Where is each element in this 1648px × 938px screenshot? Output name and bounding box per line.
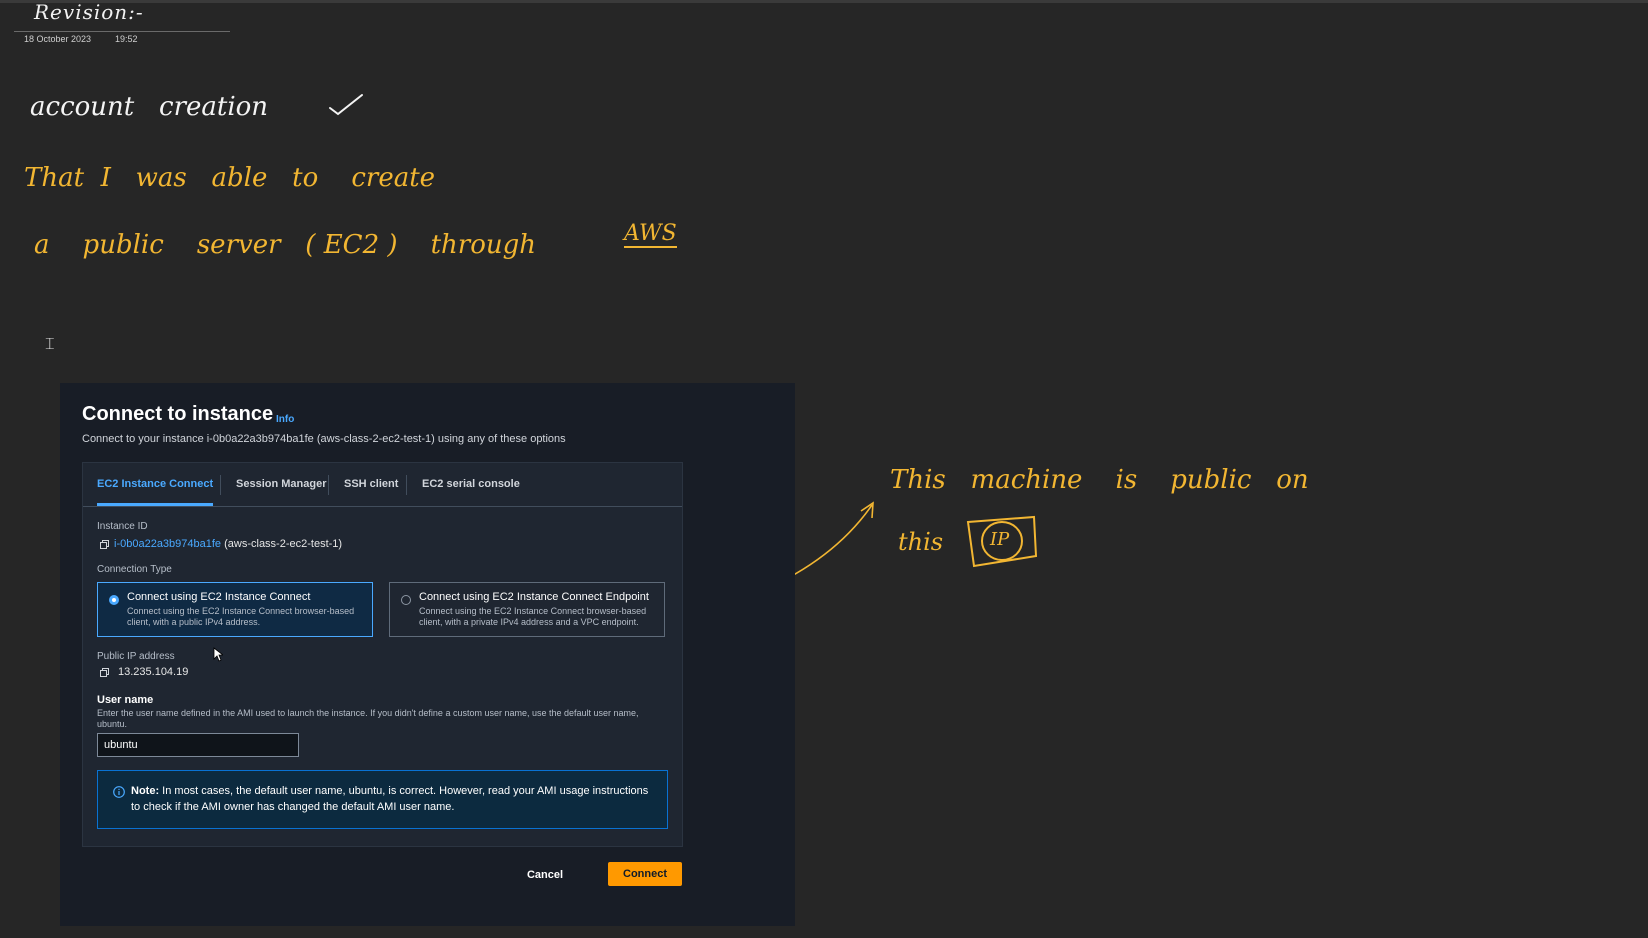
page-title: Revision:-: [34, 0, 144, 24]
handwriting-line-2: That I was able to create: [24, 163, 436, 193]
copy-icon[interactable]: [100, 540, 109, 549]
option-title: Connect using EC2 Instance Connect Endpo…: [419, 591, 649, 603]
username-label: User name: [97, 694, 154, 706]
public-ip-label: Public IP address: [97, 651, 175, 662]
tab-ec2-instance-connect[interactable]: EC2 Instance Connect: [97, 463, 214, 506]
info-alert: Note: In most cases, the default user na…: [97, 770, 668, 829]
handwriting-aws-underlined: AWS: [624, 221, 677, 248]
connect-options-card: EC2 Instance Connect Session Manager SSH…: [82, 462, 683, 847]
connect-button[interactable]: Connect: [608, 862, 682, 886]
note-date: 18 October 2023: [24, 34, 92, 44]
instance-id-value: i-0b0a22a3b974ba1fe (aws-class-2-ec2-tes…: [114, 538, 342, 550]
option-title: Connect using EC2 Instance Connect: [127, 591, 311, 603]
tab-separator: [220, 475, 221, 495]
info-link[interactable]: Info: [276, 414, 294, 425]
option-description: Connect using the EC2 Instance Connect b…: [127, 606, 355, 627]
instance-id-link[interactable]: i-0b0a22a3b974ba1fe: [114, 538, 221, 550]
alert-message: Note: In most cases, the default user na…: [131, 783, 651, 815]
option-instance-connect[interactable]: Connect using EC2 Instance Connect Conne…: [97, 582, 373, 637]
tab-separator: [328, 475, 329, 495]
username-help: Enter the user name defined in the AMI u…: [97, 708, 639, 729]
copy-icon[interactable]: [100, 668, 109, 677]
cancel-button[interactable]: Cancel: [521, 863, 569, 887]
dialog-title: Connect to instance: [82, 403, 274, 425]
mouse-pointer-icon: [213, 647, 223, 662]
instance-id-label: Instance ID: [97, 521, 148, 532]
handwriting-line-1: account creation: [30, 92, 269, 122]
handwriting-note-2: this: [898, 528, 944, 556]
tab-ec2-serial-console[interactable]: EC2 serial console: [422, 463, 520, 506]
title-divider: [14, 31, 230, 32]
info-icon: [113, 786, 125, 798]
text-cursor-icon: ⌶: [45, 336, 55, 353]
connection-type-label: Connection Type: [97, 564, 172, 575]
handwriting-ip: IP: [990, 529, 1010, 550]
dialog-subtitle: Connect to your instance i-0b0a22a3b974b…: [82, 433, 566, 445]
alert-strong: Note:: [131, 785, 160, 797]
radio-unselected[interactable]: [401, 595, 411, 605]
alert-body: In most cases, the default user name, ub…: [131, 785, 649, 813]
note-time: 19:52: [115, 34, 138, 44]
tab-bar: EC2 Instance Connect Session Manager SSH…: [83, 463, 682, 507]
option-description: Connect using the EC2 Instance Connect b…: [419, 606, 647, 627]
top-border: [0, 0, 1648, 3]
tab-separator: [406, 475, 407, 495]
instance-name: (aws-class-2-ec2-test-1): [224, 538, 343, 550]
public-ip-value: 13.235.104.19: [118, 666, 189, 678]
radio-selected[interactable]: [109, 595, 119, 605]
tab-session-manager[interactable]: Session Manager: [236, 463, 326, 506]
option-instance-connect-endpoint[interactable]: Connect using EC2 Instance Connect Endpo…: [389, 582, 665, 637]
username-input[interactable]: [97, 733, 299, 757]
handwriting-note-1: This machine is public on: [890, 465, 1309, 495]
connect-to-instance-dialog: Connect to instance Info Connect to your…: [60, 383, 795, 926]
handwriting-line-3: a public server ( EC2 ) through: [34, 230, 536, 260]
tab-ssh-client[interactable]: SSH client: [344, 463, 398, 506]
